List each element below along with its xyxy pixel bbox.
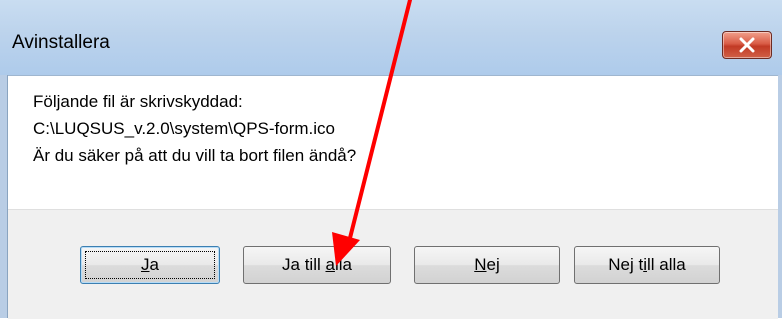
window-frame-right bbox=[778, 75, 782, 318]
message-file-path: C:\LUQSUS_v.2.0\system\QPS-form.ico bbox=[33, 119, 335, 138]
yes-to-all-button-label: Ja till alla bbox=[282, 255, 352, 274]
yes-button[interactable]: Ja bbox=[80, 246, 220, 284]
window-frame-left bbox=[0, 75, 8, 318]
window-title: Avinstallera bbox=[12, 32, 110, 53]
message-question: Är du säker på att du vill ta bort filen… bbox=[33, 146, 357, 165]
no-button-label: Nej bbox=[474, 255, 500, 274]
title-bar: Avinstallera bbox=[0, 0, 782, 76]
yes-to-all-button[interactable]: Ja till alla bbox=[243, 246, 391, 284]
yes-button-label: Ja bbox=[141, 255, 159, 274]
close-button[interactable] bbox=[722, 31, 772, 59]
message-line-1: Följande fil är skrivskyddad: bbox=[33, 92, 243, 111]
close-icon bbox=[739, 37, 755, 53]
no-to-all-button[interactable]: Nej till alla bbox=[574, 246, 720, 284]
no-button[interactable]: Nej bbox=[414, 246, 560, 284]
no-to-all-button-label: Nej till alla bbox=[608, 255, 686, 274]
